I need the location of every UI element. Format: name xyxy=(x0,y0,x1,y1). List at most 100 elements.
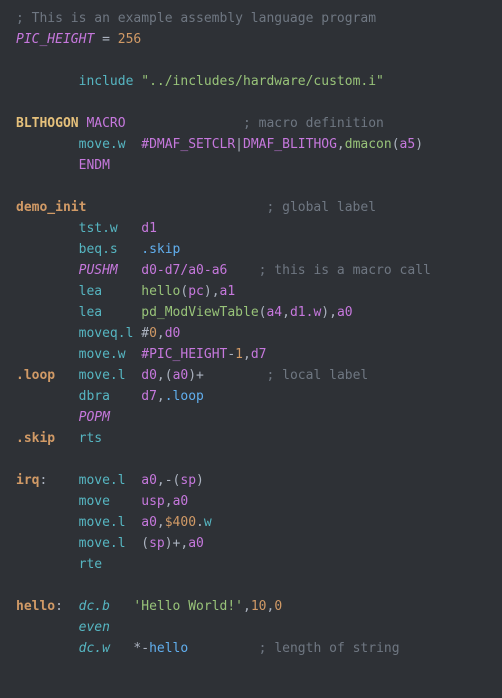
code-token: d0-d7/a0-a6 xyxy=(141,263,227,278)
code-token: move.w xyxy=(79,347,126,362)
code-line: moveq.l #0,d0 xyxy=(16,326,180,341)
code-token: move.l xyxy=(79,515,126,530)
code-token xyxy=(16,641,79,656)
code-token: #PIC_HEIGHT xyxy=(141,347,227,362)
code-line: .loop move.l d0,(a0)+ ; local label xyxy=(16,368,368,383)
code-token: ,( xyxy=(157,368,173,383)
code-token xyxy=(126,116,243,131)
code-token: d7 xyxy=(141,389,157,404)
code-token: 0 xyxy=(149,326,157,341)
code-token: )+ xyxy=(188,368,204,383)
code-token xyxy=(110,641,133,656)
code-token xyxy=(110,389,141,404)
code-token: .loop xyxy=(16,368,55,383)
code-token: d1 xyxy=(141,221,157,236)
code-token: dc.w xyxy=(79,641,110,656)
code-token xyxy=(102,305,141,320)
code-token: a4 xyxy=(266,305,282,320)
code-line: dbra d7,.loop xyxy=(16,389,204,404)
code-token: *- xyxy=(133,641,149,656)
code-token xyxy=(16,305,79,320)
code-token xyxy=(55,368,78,383)
code-token: : xyxy=(55,599,78,614)
code-token xyxy=(86,200,266,215)
code-line: move.l (sp)+,a0 xyxy=(16,536,204,551)
code-token: sp xyxy=(149,536,165,551)
code-token: ,-( xyxy=(157,473,180,488)
code-token xyxy=(118,221,141,236)
code-token: a0 xyxy=(173,494,189,509)
code-token: DMAF_BLITHOG xyxy=(243,137,337,152)
code-token: "../includes/hardware/custom.i" xyxy=(141,74,384,89)
code-token: PIC_HEIGHT xyxy=(16,32,94,47)
code-token xyxy=(16,74,79,89)
code-line: hello: dc.b 'Hello World!',10,0 xyxy=(16,599,282,614)
code-token: a5 xyxy=(400,137,416,152)
code-token: moveq.l xyxy=(79,326,134,341)
code-line: move usp,a0 xyxy=(16,494,188,509)
code-token: , xyxy=(157,515,165,530)
code-line: move.l a0,$400.w xyxy=(16,515,212,530)
code-token: irq xyxy=(16,473,39,488)
code-token: tst.w xyxy=(79,221,118,236)
code-token xyxy=(118,242,141,257)
code-token: , xyxy=(157,389,165,404)
code-line: include "../includes/hardware/custom.i" xyxy=(16,74,384,89)
code-line: PUSHM d0-d7/a0-a6 ; this is a macro call xyxy=(16,263,431,278)
code-token: sp xyxy=(180,473,196,488)
code-token xyxy=(16,410,79,425)
code-line: .skip rts xyxy=(16,431,102,446)
code-token: MACRO xyxy=(86,116,125,131)
code-line: PIC_HEIGHT = 256 xyxy=(16,32,141,47)
code-token: ; length of string xyxy=(259,641,400,656)
code-token xyxy=(16,515,79,530)
code-token xyxy=(16,326,79,341)
code-token: move.l xyxy=(79,473,126,488)
code-token: d0 xyxy=(165,326,181,341)
code-editor[interactable]: ; This is an example assembly language p… xyxy=(0,0,502,671)
code-token: 256 xyxy=(118,32,141,47)
code-token xyxy=(16,284,79,299)
code-token: ), xyxy=(321,305,337,320)
code-token: a0 xyxy=(188,536,204,551)
code-line: beq.s .skip xyxy=(16,242,180,257)
code-token: a0 xyxy=(337,305,353,320)
code-token xyxy=(16,536,79,551)
code-line: move.w #DMAF_SETCLR|DMAF_BLITHOG,dmacon(… xyxy=(16,137,423,152)
code-token xyxy=(227,263,258,278)
code-token: , xyxy=(243,599,251,614)
code-token: ; this is a macro call xyxy=(259,263,431,278)
code-line: POPM xyxy=(16,410,110,425)
code-token: . xyxy=(196,515,204,530)
code-token: even xyxy=(79,620,110,635)
code-token: move.w xyxy=(79,137,126,152)
code-token: , xyxy=(165,494,173,509)
code-line: lea hello(pc),a1 xyxy=(16,284,235,299)
code-token: move.l xyxy=(79,368,126,383)
code-token: d7 xyxy=(251,347,267,362)
code-token: beq.s xyxy=(79,242,118,257)
code-token xyxy=(16,620,79,635)
code-token xyxy=(16,242,79,257)
code-token: move xyxy=(79,494,110,509)
code-token: ), xyxy=(204,284,220,299)
code-token: a0 xyxy=(141,515,157,530)
code-token: lea xyxy=(79,284,102,299)
code-token: usp xyxy=(141,494,164,509)
code-line: rte xyxy=(16,557,102,572)
code-token xyxy=(102,284,141,299)
code-token: ; This is an example assembly language p… xyxy=(16,11,376,26)
code-token: POPM xyxy=(79,410,110,425)
code-token: lea xyxy=(79,305,102,320)
code-token: hello xyxy=(141,284,180,299)
code-token xyxy=(16,557,79,572)
code-token: 1 xyxy=(235,347,243,362)
code-token xyxy=(110,599,133,614)
code-token: rts xyxy=(79,431,102,446)
code-token: )+, xyxy=(165,536,188,551)
code-line: irq: move.l a0,-(sp) xyxy=(16,473,204,488)
code-token: .skip xyxy=(141,242,180,257)
code-token xyxy=(188,641,258,656)
code-token: : xyxy=(39,473,78,488)
code-line: move.w #PIC_HEIGHT-1,d7 xyxy=(16,347,266,362)
